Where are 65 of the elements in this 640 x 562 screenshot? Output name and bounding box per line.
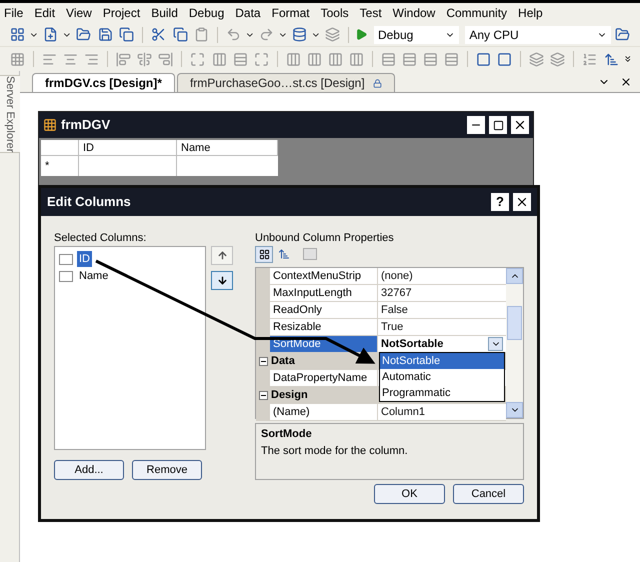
ok-button[interactable]: OK [374,484,445,504]
dropdown-button[interactable] [488,337,503,351]
maximize-button[interactable] [489,116,507,134]
start-icon[interactable] [355,28,368,41]
window-title: frmDGV [61,116,110,134]
menu-item[interactable]: Tools [320,4,349,22]
menu-item[interactable]: File [4,4,24,22]
close-icon [513,118,527,132]
minimize-button[interactable] [467,116,485,134]
configuration-dropdown[interactable]: Debug [374,26,460,44]
dropdown-list[interactable]: NotSortable Automatic Programmatic [379,352,505,402]
property-category: Data [271,354,295,369]
dropdown-option[interactable]: Programmatic [380,385,504,401]
move-up-button[interactable] [211,246,233,265]
close-icon [515,195,529,209]
menu-item[interactable]: View [66,4,92,22]
dropdown-value: Debug [378,26,414,44]
menu-item[interactable]: Window [392,4,436,22]
cancel-button[interactable]: Cancel [453,484,524,504]
add-button[interactable]: Add... [54,460,124,480]
categorized-button[interactable] [255,246,273,262]
menu-item[interactable]: Debug [188,4,224,22]
scroll-up-button[interactable] [506,268,523,284]
maximize-icon [492,120,504,130]
scroll-thumb[interactable] [507,306,522,340]
scroll-down-button[interactable] [506,402,523,418]
description-title: SortMode [261,427,313,442]
menu-item[interactable]: Build [151,4,178,22]
up-arrow-icon [216,250,228,261]
description-text: The sort mode for the column. [261,444,409,458]
move-down-button[interactable] [211,271,233,290]
list-item[interactable]: ID [77,250,92,268]
menu-item[interactable]: Format [272,4,310,22]
menu-item[interactable]: Help [518,4,543,22]
dropdown-value: Any CPU [469,26,519,44]
dropdown-option[interactable]: NotSortable [380,353,504,369]
close-button[interactable] [511,116,529,134]
field-label: Selected Columns: [54,231,148,244]
menu-item[interactable]: Data [235,4,261,22]
menu-item[interactable]: Edit [34,4,56,22]
list-item[interactable]: Name [77,268,110,284]
form-icon [43,118,57,132]
dialog-title: Edit Columns [47,193,131,212]
lock-icon [372,78,382,88]
scrollbar[interactable] [506,268,523,418]
menu-item[interactable]: Test [360,4,382,22]
field-label: Unbound Column Properties [255,231,395,244]
down-arrow-icon [216,275,228,286]
close-icon[interactable] [620,76,632,88]
property-category: Design [271,388,308,403]
collapse-icon[interactable] [259,390,268,400]
document-tab[interactable]: frmDGV.cs [Design]* [32,73,175,92]
property-value[interactable]: True [381,318,404,336]
help-button[interactable]: ? [491,193,509,211]
dropdown-option[interactable]: Automatic [380,369,504,385]
menu-item[interactable]: Community [446,4,508,22]
close-button[interactable] [513,193,531,211]
overflow-icon[interactable] [622,54,632,64]
categories-icon [258,248,270,260]
remove-button[interactable]: Remove [132,460,202,480]
platform-dropdown[interactable]: Any CPU [465,26,611,44]
document-tab[interactable]: frmPurchaseGoo…st.cs [Design] [176,73,395,92]
menu-item[interactable]: Project [102,4,140,22]
collapse-icon[interactable] [259,356,268,366]
column-list[interactable]: ID Name [54,246,206,450]
